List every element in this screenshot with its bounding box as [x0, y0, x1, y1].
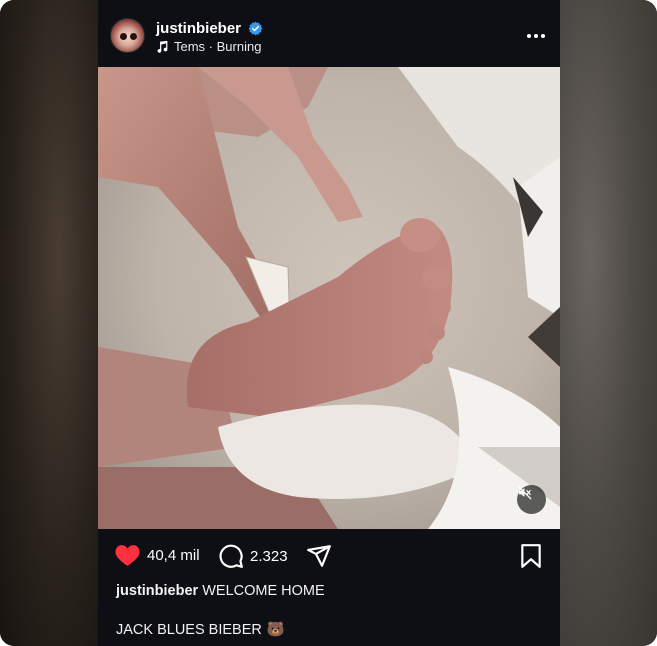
caption-text: WELCOME HOME — [202, 583, 325, 599]
blurred-background-right — [560, 0, 657, 646]
heart-icon[interactable] — [114, 543, 141, 567]
muted-speaker-icon — [517, 485, 532, 500]
bear-emoji: 🐻 — [266, 622, 285, 638]
bookmark-icon[interactable] — [520, 543, 542, 569]
like-count[interactable]: 40,4 mil — [147, 547, 200, 564]
screenshot-frame: justinbieber Tems · Burning 40,4 mil 2.3… — [0, 0, 657, 646]
post-header: justinbieber Tems · Burning — [98, 0, 560, 67]
save-action — [520, 543, 542, 569]
comment-count[interactable]: 2.323 — [250, 548, 288, 565]
comment-action: 2.323 — [218, 543, 288, 569]
caption-username[interactable]: justinbieber — [116, 583, 198, 599]
avatar-eye-right — [130, 33, 137, 40]
mute-button[interactable] — [517, 485, 546, 514]
baby-foot-image — [98, 67, 560, 529]
post-actions: 40,4 mil 2.323 — [98, 529, 560, 583]
comment-icon[interactable] — [218, 543, 244, 569]
caption: justinbieber WELCOME HOME — [116, 583, 325, 599]
music-label: Tems · Burning — [174, 39, 262, 54]
post-media-video[interactable] — [98, 67, 560, 529]
blurred-background-left — [0, 0, 98, 646]
caption-line-2: JACK BLUES BIEBER 🐻 — [116, 621, 285, 639]
caption-line-2-text: JACK BLUES BIEBER — [116, 621, 262, 638]
instagram-post: justinbieber Tems · Burning 40,4 mil 2.3… — [98, 0, 560, 646]
avatar[interactable] — [110, 18, 145, 53]
verified-badge-icon — [248, 21, 263, 36]
share-action — [306, 543, 332, 569]
music-note-icon — [157, 40, 168, 53]
more-options-icon[interactable] — [526, 26, 546, 46]
avatar-eye-left — [120, 33, 127, 40]
music-info[interactable]: Tems · Burning — [156, 39, 261, 54]
like-action: 40,4 mil — [114, 543, 200, 567]
send-icon[interactable] — [306, 543, 332, 569]
username[interactable]: justinbieber — [156, 20, 241, 37]
